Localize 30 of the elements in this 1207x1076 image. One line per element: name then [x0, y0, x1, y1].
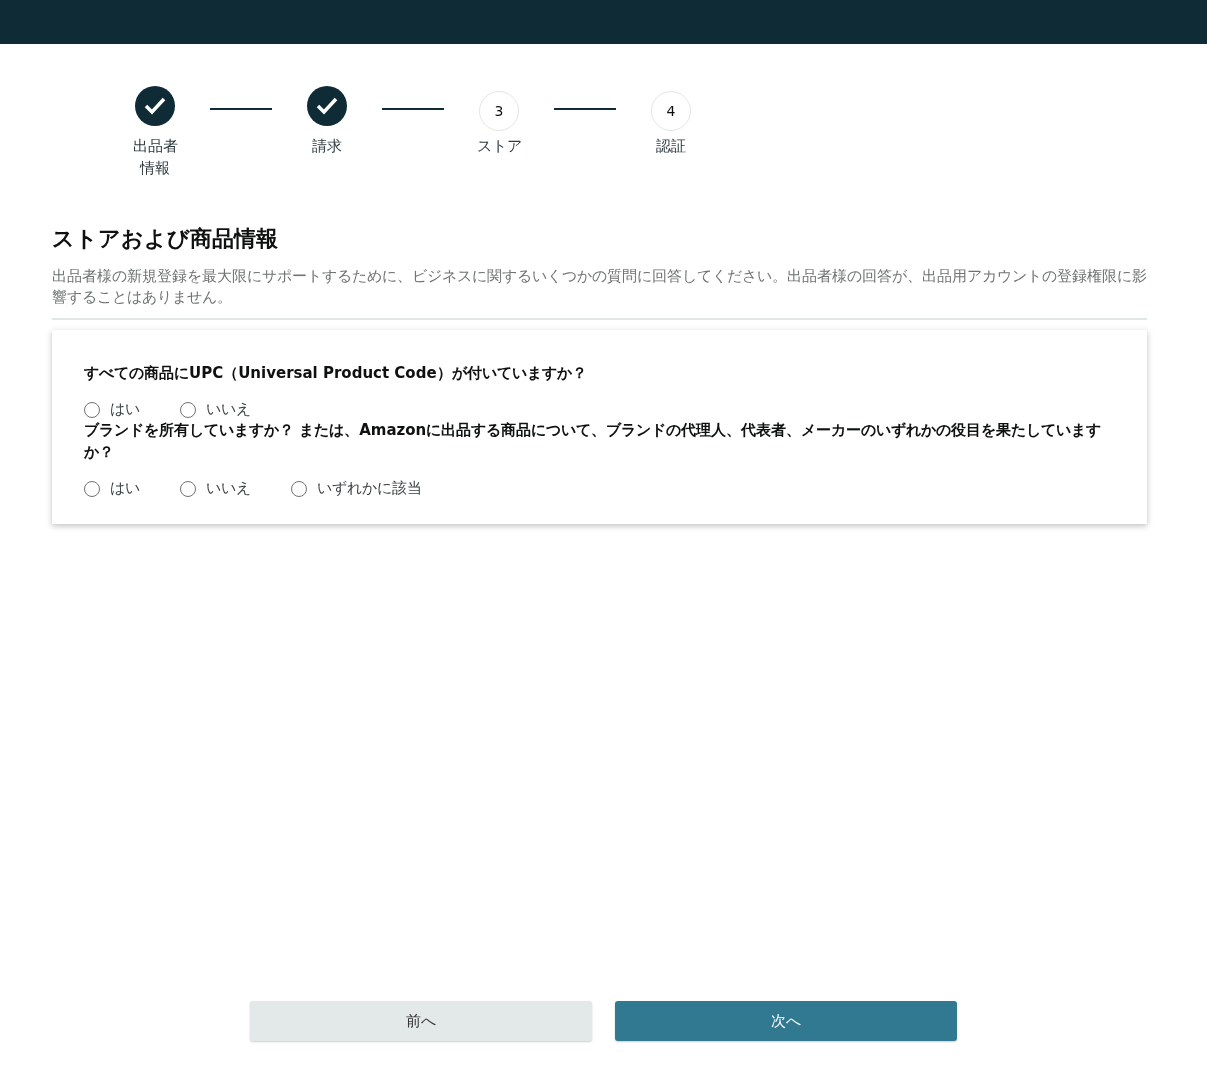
radio-icon[interactable]	[180, 480, 196, 497]
question-text: すべての商品にUPC（Universal Product Code）が付いていますか？	[84, 363, 588, 384]
next-button[interactable]: 次へ	[615, 1001, 957, 1041]
option-label: いずれかに該当	[317, 479, 422, 498]
radio-icon[interactable]	[84, 480, 100, 497]
radio-option[interactable]: いいえ	[180, 400, 251, 419]
radio-icon[interactable]	[180, 401, 196, 418]
step-number: 4	[651, 91, 691, 131]
back-button[interactable]: 前へ	[250, 1001, 592, 1041]
radio-icon[interactable]	[84, 401, 100, 418]
radio-icon[interactable]	[291, 480, 307, 497]
step-label: 出品者情報	[131, 136, 179, 179]
step-connector	[382, 108, 444, 110]
radio-option[interactable]: いずれかに該当	[291, 479, 422, 498]
option-label: はい	[110, 400, 140, 419]
radio-option[interactable]: いいえ	[180, 479, 251, 498]
page-heading: ストアおよび商品情報	[52, 225, 279, 253]
step-label: 請求	[311, 136, 343, 157]
step-label: ストア	[475, 136, 523, 157]
description-text: 出品者様の新規登録を最大限にサポートするために、ビジネスに関するいくつかの質問に回答してください。出品者様の回答が、出品用アカウントの登録権限に影響することはありません。	[52, 266, 1147, 320]
step-label: 認証	[655, 136, 687, 157]
step-connector	[210, 108, 272, 110]
step-connector	[554, 108, 616, 110]
radio-option[interactable]: はい	[84, 479, 140, 498]
option-label: いいえ	[206, 400, 251, 419]
option-label: はい	[110, 479, 140, 498]
radio-option[interactable]: はい	[84, 400, 140, 419]
question-text: ブランドを所有していますか？ または、Amazonに出品する商品について、ブランドの代理人、代表者、メーカーのいずれかの役目を果たしていますか？	[84, 420, 1103, 463]
option-label: いいえ	[206, 479, 251, 498]
step-number: 3	[479, 91, 519, 131]
